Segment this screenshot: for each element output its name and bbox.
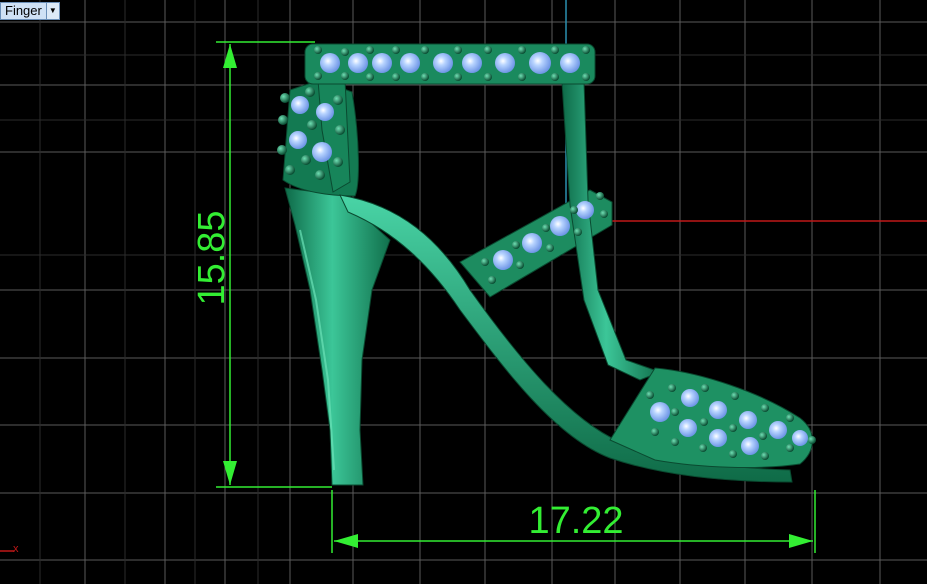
shoe-model[interactable] <box>277 43 816 486</box>
width-dimension-label: 17.22 <box>528 500 623 542</box>
triangle-down-icon[interactable]: ▼ <box>45 3 59 19</box>
height-dimension-label: 15.85 <box>191 210 233 305</box>
viewport-title-tab[interactable]: Finger ▼ <box>0 2 60 20</box>
toe-vamp <box>609 367 813 468</box>
viewport-title[interactable]: Finger <box>1 3 46 19</box>
x-axis-label: x <box>13 543 19 555</box>
cad-viewport[interactable]: 15.85 17.22 Finger ▼ x <box>0 0 927 584</box>
viewport-canvas[interactable]: 15.85 17.22 <box>0 0 927 584</box>
